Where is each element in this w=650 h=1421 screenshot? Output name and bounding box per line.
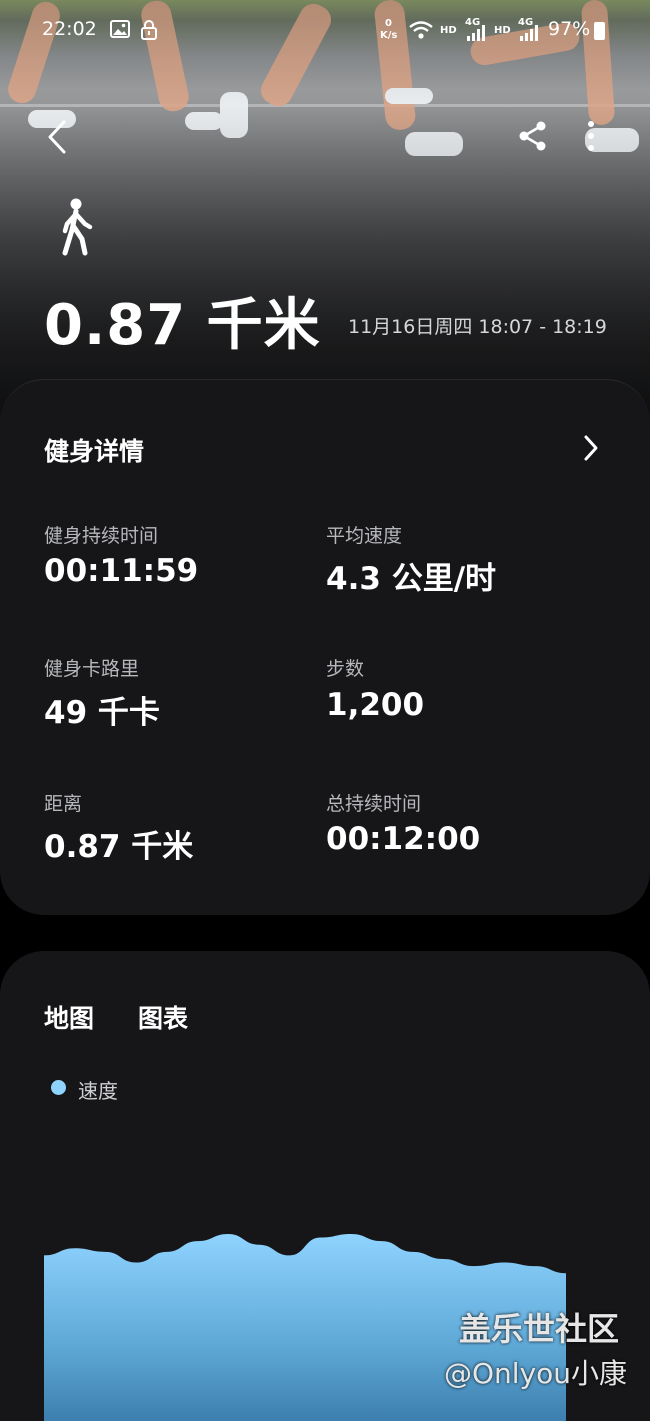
lock-icon [140, 20, 158, 45]
details-expand-button[interactable] [580, 432, 602, 464]
status-bar: 22:02 0 K/s HD 4G HD 4G 97% [0, 14, 650, 48]
stat-label: 平均速度 [326, 521, 402, 548]
stat-value: 4.3 公里/时 [326, 553, 496, 598]
stat-label: 距离 [44, 789, 82, 816]
signal-icon [519, 24, 541, 47]
back-button[interactable] [44, 118, 74, 156]
status-time: 22:02 [42, 18, 97, 40]
stat-label: 健身持续时间 [44, 521, 158, 548]
net-speed-value: 0 [385, 18, 392, 29]
more-options-button[interactable] [580, 118, 602, 154]
stat-value: 1,200 [326, 687, 424, 723]
battery-icon [594, 22, 605, 40]
watermark-title: 盖乐世社区 [459, 1304, 619, 1350]
hd-badge: HD [494, 25, 511, 36]
chevron-left-icon [44, 118, 74, 156]
stat-label: 总持续时间 [326, 789, 421, 816]
more-vertical-icon [580, 118, 602, 154]
workout-datetime: 11月16日周四 18:07 - 18:19 [348, 312, 607, 339]
share-button[interactable] [516, 119, 550, 153]
signal-icon [466, 24, 488, 47]
stat-value: 0.87 千米 [44, 821, 193, 866]
chart-card: 地图 图表 速度 [0, 951, 650, 1421]
image-icon [110, 20, 130, 43]
stat-label: 步数 [326, 654, 364, 681]
watermark-author: @Onlyou小康 [444, 1352, 627, 1392]
details-title[interactable]: 健身详情 [44, 432, 144, 468]
stat-value: 49 千卡 [44, 687, 160, 732]
wifi-icon [408, 20, 434, 45]
net-speed-unit: K/s [380, 30, 397, 41]
hd-badge: HD [440, 25, 457, 36]
stat-value: 00:11:59 [44, 553, 198, 589]
workout-details-card: 健身详情 健身持续时间 00:11:59 平均速度 4.3 公里/时 健身卡路里… [0, 379, 650, 915]
battery-level: 97% [548, 18, 590, 40]
speed-area-chart [0, 951, 650, 1421]
share-icon [516, 119, 550, 153]
stat-value: 00:12:00 [326, 821, 480, 857]
stat-label: 健身卡路里 [44, 654, 139, 681]
total-distance: 0.87 千米 [44, 280, 321, 361]
walking-icon [56, 197, 96, 257]
chevron-right-icon [580, 432, 602, 464]
